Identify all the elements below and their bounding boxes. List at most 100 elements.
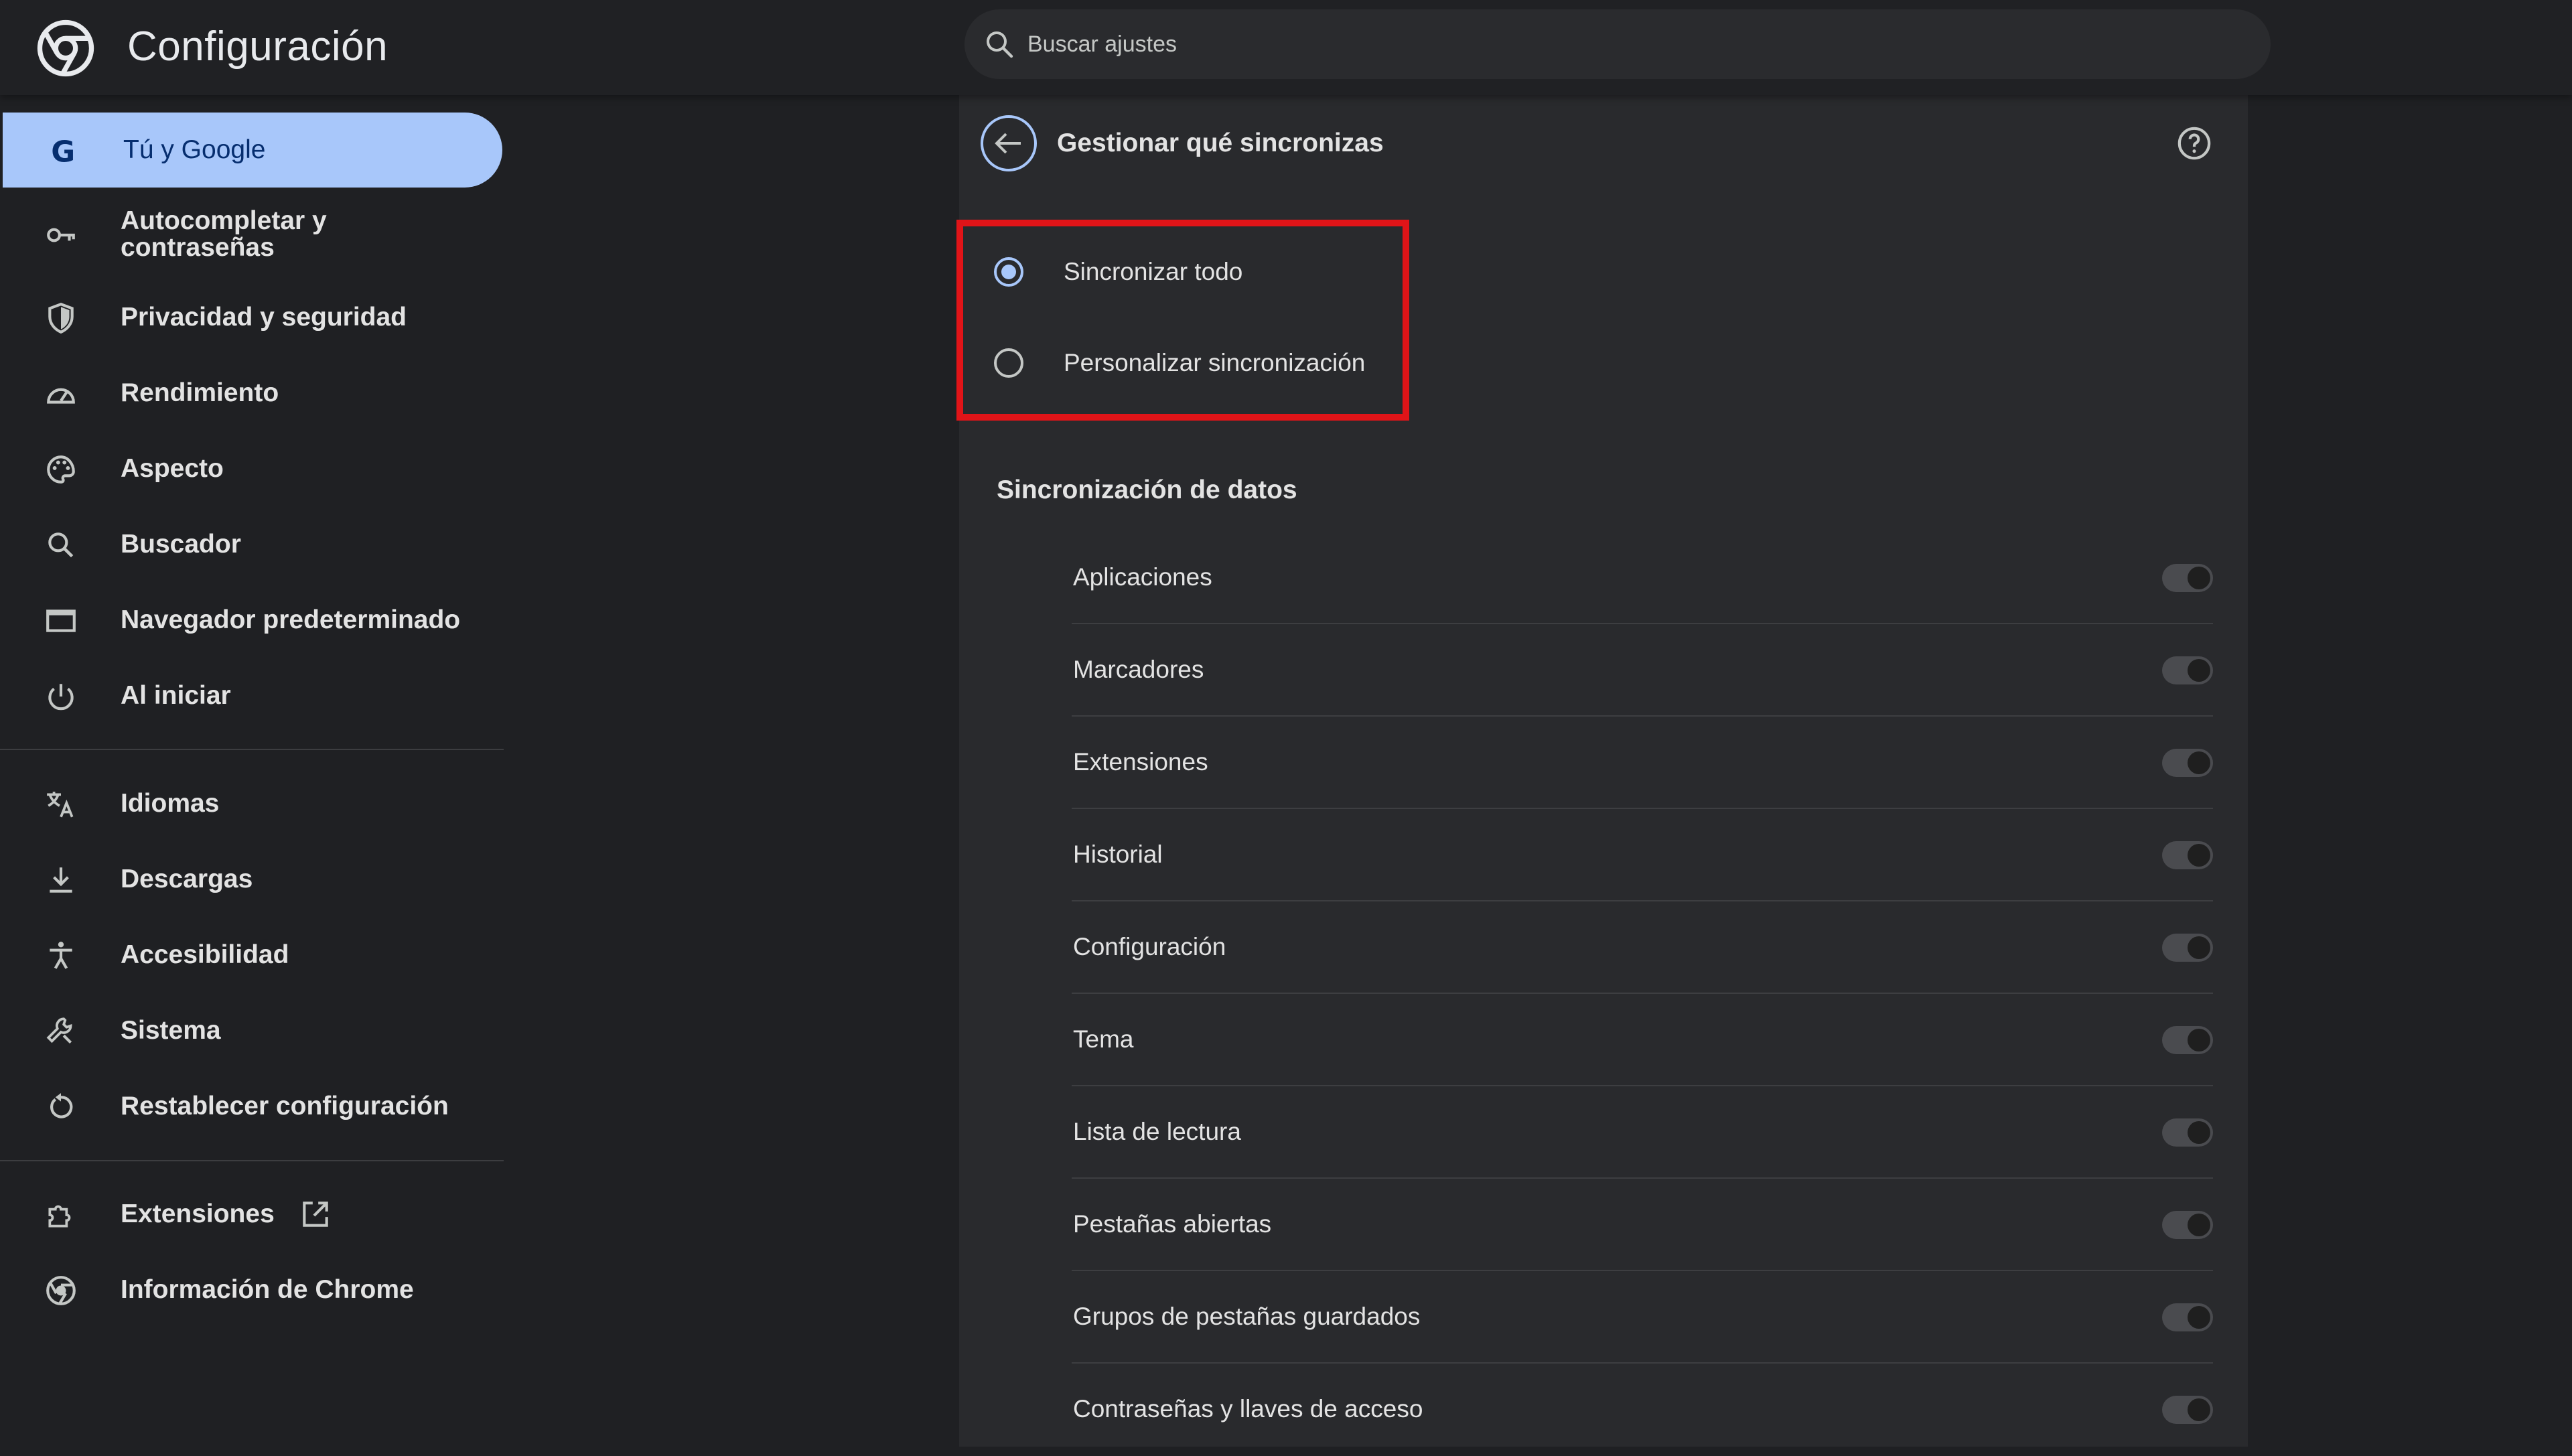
toggle-knob [2188, 936, 2210, 959]
sync-item-label: Configuración [1073, 933, 1226, 960]
sidebar-item-on-startup[interactable]: Al iniciar [0, 658, 500, 733]
sync-item-apps: Aplicaciones [1072, 532, 2213, 624]
sidebar-item-label: Navegador predeterminado [121, 605, 461, 634]
radio-sync-everything[interactable]: Sincronizar todo [993, 245, 1395, 299]
page-title: Configuración [127, 23, 388, 70]
sync-item-label: Lista de lectura [1073, 1118, 1241, 1145]
sidebar-item-you-and-google[interactable]: G Tú y Google [3, 113, 502, 188]
sidebar-item-reset-settings[interactable]: Restablecer configuración [0, 1069, 500, 1144]
radio-customize-sync[interactable]: Personalizar sincronización [993, 336, 1395, 390]
sidebar-item-label: Accesibilidad [121, 940, 289, 969]
sidebar-item-label: Descargas [121, 865, 253, 893]
sidebar-item-label: Tú y Google [123, 135, 266, 164]
wrench-icon [46, 1017, 72, 1044]
toggle-knob [2188, 659, 2210, 682]
toggle-switch[interactable] [2162, 934, 2213, 962]
power-icon [48, 684, 74, 711]
search-icon [48, 532, 74, 558]
toggle-knob [2188, 1029, 2210, 1051]
puzzle-icon [48, 1205, 71, 1228]
sidebar-item-downloads[interactable]: Descargas [0, 842, 500, 917]
toggle-switch[interactable] [2162, 656, 2213, 684]
sidebar-item-label: Aspecto [121, 454, 224, 483]
sidebar-item-performance[interactable]: Rendimiento [0, 356, 500, 431]
external-link-icon [303, 1202, 328, 1227]
search-icon [987, 31, 1013, 58]
browser-window-icon [46, 609, 76, 632]
svg-text:G: G [51, 135, 75, 167]
sidebar-item-extensions[interactable]: Extensiones [0, 1177, 500, 1252]
sync-item-label: Grupos de pestañas guardados [1073, 1303, 1421, 1330]
toggle-knob [2188, 1121, 2210, 1144]
sidebar-item-system[interactable]: Sistema [0, 993, 500, 1068]
sidebar-item-appearance[interactable]: Aspecto [0, 431, 500, 506]
sidebar-item-label: Buscador [121, 530, 241, 559]
sync-item-label: Extensiones [1073, 748, 1208, 776]
toggle-switch[interactable] [2162, 841, 2213, 869]
toggle-switch[interactable] [2162, 1118, 2213, 1147]
toggle-switch[interactable] [2162, 1303, 2213, 1331]
sync-item-settings: Configuración [1072, 901, 2213, 994]
sidebar-item-about-chrome[interactable]: Información de Chrome [0, 1252, 500, 1327]
sync-item-saved-tab-groups: Grupos de pestañas guardados [1072, 1271, 2213, 1364]
sidebar-item-languages[interactable]: Idiomas [0, 766, 500, 841]
toggle-knob [2188, 1398, 2210, 1421]
palette-icon [47, 455, 75, 484]
sync-item-label: Pestañas abiertas [1073, 1210, 1272, 1238]
sidebar-item-label: Información de Chrome [121, 1275, 414, 1304]
sync-item-history: Historial [1072, 809, 2213, 901]
google-g-icon: G [51, 135, 75, 167]
sync-item-bookmarks: Marcadores [1072, 624, 2213, 717]
toggle-switch[interactable] [2162, 749, 2213, 777]
section-title: Sincronización de datos [997, 476, 1297, 504]
sidebar-item-label: Rendimiento [121, 378, 279, 407]
sidebar-divider [0, 749, 504, 750]
reset-icon [50, 1093, 73, 1118]
sync-item-extensions: Extensiones [1072, 717, 2213, 809]
accessibility-icon [50, 942, 72, 969]
download-icon [50, 867, 72, 893]
sidebar-item-label: Idiomas [121, 789, 220, 818]
chrome-icon [46, 1276, 76, 1305]
help-icon[interactable] [2175, 125, 2213, 162]
translate-icon [47, 792, 74, 818]
radio-unchecked-icon[interactable] [993, 347, 1025, 379]
toggle-switch[interactable] [2162, 1211, 2213, 1239]
toggle-knob [2188, 844, 2210, 867]
toggle-knob [2188, 567, 2210, 589]
sidebar-item-search-engine[interactable]: Buscador [0, 507, 500, 582]
sync-item-reading-list: Lista de lectura [1072, 1086, 2213, 1179]
radio-label: Personalizar sincronización [1064, 349, 1366, 376]
sidebar-item-label: Restablecer configuración [121, 1092, 449, 1120]
sync-item-theme: Tema [1072, 994, 2213, 1086]
sidebar-item-label: Privacidad y seguridad [121, 303, 407, 332]
toggle-knob [2188, 1214, 2210, 1236]
toggle-knob [2188, 1306, 2210, 1329]
search-box[interactable]: Buscar ajustes [964, 9, 2271, 79]
sync-item-label: Historial [1073, 841, 1163, 868]
radio-checked-icon[interactable] [993, 256, 1025, 288]
toggle-switch[interactable] [2162, 1396, 2213, 1424]
panel-title: Gestionar qué sincronizas [1057, 129, 1384, 157]
back-arrow-icon[interactable] [979, 114, 1038, 173]
sync-item-label: Contraseñas y llaves de acceso [1073, 1395, 1423, 1423]
chrome-logo-icon [37, 19, 94, 77]
sidebar-item-label: Autocompletar y contraseñas [121, 206, 327, 262]
sidebar-item-autofill[interactable]: Autocompletar y contraseñas [0, 197, 500, 272]
sync-item-passwords: Contraseñas y llaves de acceso [1072, 1364, 2213, 1456]
shield-icon [48, 302, 74, 334]
toggle-switch[interactable] [2162, 564, 2213, 592]
sync-item-open-tabs: Pestañas abiertas [1072, 1179, 2213, 1271]
sidebar: G Tú y Google Autocompletar y contraseña… [0, 95, 509, 1447]
search-input[interactable]: Buscar ajustes [1027, 28, 1177, 60]
sidebar-item-label: Al iniciar [121, 681, 231, 710]
radio-label: Sincronizar todo [1064, 258, 1243, 285]
toggle-switch[interactable] [2162, 1026, 2213, 1054]
sidebar-item-default-browser[interactable]: Navegador predeterminado [0, 583, 500, 658]
sidebar-item-privacy[interactable]: Privacidad y seguridad [0, 280, 500, 355]
key-icon [47, 228, 75, 242]
sync-item-label: Marcadores [1073, 656, 1204, 683]
sidebar-item-accessibility[interactable]: Accesibilidad [0, 918, 500, 993]
sidebar-item-label: Sistema [121, 1016, 221, 1045]
sync-item-label: Aplicaciones [1073, 563, 1212, 591]
